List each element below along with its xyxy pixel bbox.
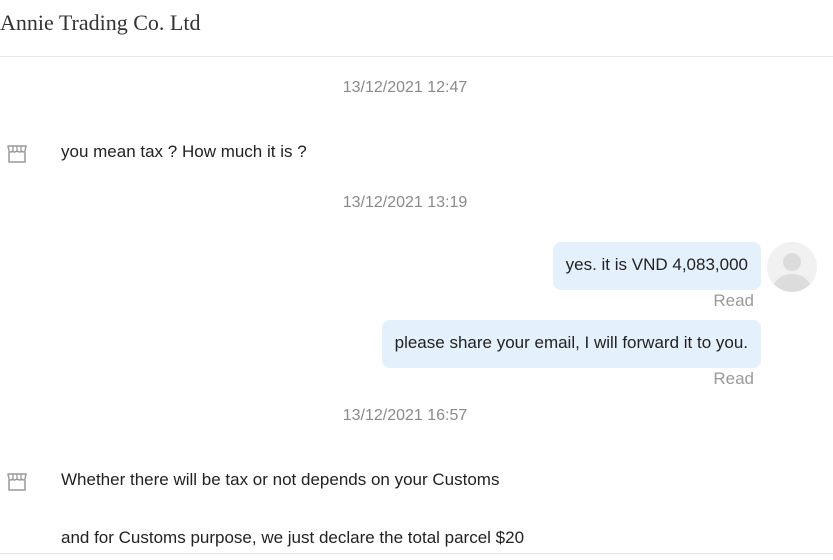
- outgoing-message: yes. it is VND 4,083,000: [552, 242, 761, 290]
- read-status: Read: [713, 369, 754, 388]
- message-timestamp: 13/12/2021 13:19: [342, 194, 468, 211]
- shop-icon: [7, 145, 27, 163]
- user-avatar[interactable]: [767, 242, 817, 292]
- shop-name-title: Annie Trading Co. Ltd: [0, 10, 201, 35]
- incoming-message: and for Customs purpose, we just declare…: [61, 528, 525, 547]
- read-status: Read: [713, 291, 754, 310]
- incoming-message: Whether there will be tax or not depends…: [61, 470, 500, 489]
- chat-header: Annie Trading Co. Ltd: [0, 0, 833, 57]
- incoming-message: you mean tax ? How much it is ?: [61, 142, 307, 161]
- divider: [0, 553, 833, 554]
- message-list[interactable]: 13/12/2021 12:47 you mean tax ? How much…: [0, 57, 833, 553]
- shop-icon: [7, 473, 27, 491]
- message-timestamp: 13/12/2021 12:47: [342, 79, 468, 96]
- shop-avatar[interactable]: [0, 130, 36, 174]
- message-timestamp: 13/12/2021 16:57: [342, 407, 468, 424]
- shop-avatar[interactable]: [0, 458, 36, 502]
- outgoing-message: please share your email, I will forward …: [381, 320, 761, 368]
